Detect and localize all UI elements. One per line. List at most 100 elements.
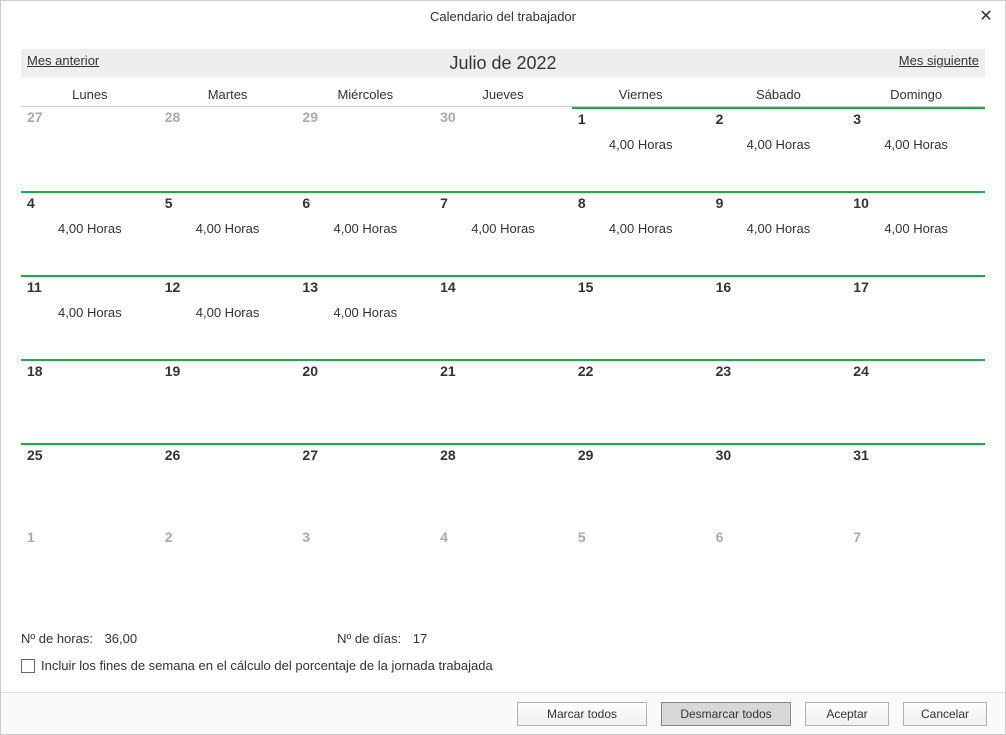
calendar-cell[interactable]: 14 bbox=[434, 275, 572, 359]
calendar-cell[interactable]: 24 bbox=[847, 359, 985, 443]
next-month-link[interactable]: Mes siguiente bbox=[899, 53, 979, 68]
day-number: 12 bbox=[165, 279, 291, 295]
prev-month-link[interactable]: Mes anterior bbox=[27, 53, 99, 68]
calendar-cell[interactable]: 6 bbox=[710, 527, 848, 611]
calendar-cell[interactable]: 18 bbox=[21, 359, 159, 443]
calendar-cell[interactable]: 17 bbox=[847, 275, 985, 359]
calendar-cell[interactable]: 94,00 Horas bbox=[710, 191, 848, 275]
calendar-cell[interactable]: 84,00 Horas bbox=[572, 191, 710, 275]
calendar-cell[interactable]: 15 bbox=[572, 275, 710, 359]
mark-all-button[interactable]: Marcar todos bbox=[517, 702, 647, 726]
day-number: 19 bbox=[165, 363, 291, 379]
day-number: 27 bbox=[27, 109, 153, 125]
dow-header: Domingo bbox=[847, 83, 985, 107]
dow-header: Miércoles bbox=[296, 83, 434, 107]
day-number: 10 bbox=[853, 195, 979, 211]
day-number: 21 bbox=[440, 363, 566, 379]
day-number: 16 bbox=[716, 279, 842, 295]
day-number: 25 bbox=[27, 447, 153, 463]
calendar-cell[interactable]: 28 bbox=[159, 107, 297, 191]
calendar-cell[interactable]: 30 bbox=[710, 443, 848, 527]
dow-header: Lunes bbox=[21, 83, 159, 107]
hours-value: 36,00 bbox=[105, 631, 138, 646]
calendar-cell[interactable]: 27 bbox=[296, 443, 434, 527]
day-number: 6 bbox=[302, 195, 428, 211]
calendar-cell[interactable]: 27 bbox=[21, 107, 159, 191]
calendar-cell[interactable]: 19 bbox=[159, 359, 297, 443]
calendar-cell[interactable]: 1 4,00 Horas bbox=[572, 107, 710, 191]
weekend-checkbox[interactable] bbox=[21, 659, 35, 673]
calendar-cell[interactable]: 26 bbox=[159, 443, 297, 527]
day-hours: 4,00 Horas bbox=[165, 221, 291, 236]
dow-header: Sábado bbox=[710, 83, 848, 107]
dow-header: Viernes bbox=[572, 83, 710, 107]
calendar-cell[interactable]: 13 4,00 Horas bbox=[296, 275, 434, 359]
day-number: 13 bbox=[302, 279, 428, 295]
calendar-cell[interactable]: 2 bbox=[159, 527, 297, 611]
day-number: 1 bbox=[27, 529, 153, 545]
day-number: 4 bbox=[440, 529, 566, 545]
calendar-cell[interactable]: 24,00 Horas bbox=[710, 107, 848, 191]
month-bar: Mes anterior Julio de 2022 Mes siguiente bbox=[21, 49, 985, 77]
day-hours: 4,00 Horas bbox=[302, 305, 428, 320]
cancel-button[interactable]: Cancelar bbox=[903, 702, 987, 726]
day-hours: 4,00 Horas bbox=[165, 305, 291, 320]
calendar-cell[interactable]: 44,00 Horas bbox=[21, 191, 159, 275]
calendar-cell[interactable]: 1 bbox=[21, 527, 159, 611]
days-value: 17 bbox=[413, 631, 427, 646]
day-number: 17 bbox=[853, 279, 979, 295]
day-hours: 4,00 Horas bbox=[716, 221, 842, 236]
footer: Marcar todos Desmarcar todos Aceptar Can… bbox=[1, 692, 1005, 734]
dow-row: LunesMartesMiércolesJuevesViernesSábadoD… bbox=[21, 83, 985, 107]
calendar-cell[interactable]: 5 4,00 Horas bbox=[159, 191, 297, 275]
day-number: 5 bbox=[165, 195, 291, 211]
weekend-checkbox-row: Incluir los fines de semana en el cálcul… bbox=[21, 658, 985, 673]
day-number: 3 bbox=[853, 111, 979, 127]
calendar-cell[interactable]: 7 bbox=[847, 527, 985, 611]
day-number: 18 bbox=[27, 363, 153, 379]
accept-button[interactable]: Aceptar bbox=[805, 702, 889, 726]
calendar-cell[interactable]: 25 bbox=[21, 443, 159, 527]
day-number: 20 bbox=[302, 363, 428, 379]
calendar-cell[interactable]: 22 bbox=[572, 359, 710, 443]
day-number: 7 bbox=[853, 529, 979, 545]
calendar-cell[interactable]: 34,00 Horas bbox=[847, 107, 985, 191]
day-number: 15 bbox=[578, 279, 704, 295]
day-number: 28 bbox=[440, 447, 566, 463]
close-button[interactable]: ✕ bbox=[973, 3, 999, 29]
calendar-cell[interactable]: 31 bbox=[847, 443, 985, 527]
day-number: 31 bbox=[853, 447, 979, 463]
day-hours: 4,00 Horas bbox=[578, 137, 704, 152]
day-number: 27 bbox=[302, 447, 428, 463]
calendar-cell[interactable]: 4 bbox=[434, 527, 572, 611]
day-number: 6 bbox=[716, 529, 842, 545]
hours-label: Nº de horas: bbox=[21, 631, 93, 646]
calendar-cell[interactable]: 20 bbox=[296, 359, 434, 443]
dow-header: Jueves bbox=[434, 83, 572, 107]
day-number: 23 bbox=[716, 363, 842, 379]
calendar-cell[interactable]: 104,00 Horas bbox=[847, 191, 985, 275]
day-hours: 4,00 Horas bbox=[440, 221, 566, 236]
calendar-cell[interactable]: 21 bbox=[434, 359, 572, 443]
day-number: 11 bbox=[27, 279, 153, 295]
day-number: 1 bbox=[578, 111, 704, 127]
calendar-cell[interactable]: 29 bbox=[296, 107, 434, 191]
calendar-cell[interactable]: 64,00 Horas bbox=[296, 191, 434, 275]
calendar-cell[interactable]: 28 bbox=[434, 443, 572, 527]
close-icon: ✕ bbox=[979, 6, 992, 26]
calendar-cell[interactable]: 30 bbox=[434, 107, 572, 191]
calendar-cell[interactable]: 74,00 Horas bbox=[434, 191, 572, 275]
day-number: 3 bbox=[302, 529, 428, 545]
calendar-cell[interactable]: 23 bbox=[710, 359, 848, 443]
calendar-cell[interactable]: 29 bbox=[572, 443, 710, 527]
summary-row: Nº de horas: 36,00 Nº de días: 17 bbox=[21, 631, 985, 646]
weekend-checkbox-label: Incluir los fines de semana en el cálcul… bbox=[41, 658, 493, 673]
calendar-cell[interactable]: 12 4,00 Horas bbox=[159, 275, 297, 359]
calendar-cell[interactable]: 114,00 Horas bbox=[21, 275, 159, 359]
unmark-all-button[interactable]: Desmarcar todos bbox=[661, 702, 791, 726]
calendar-cell[interactable]: 5 bbox=[572, 527, 710, 611]
calendar-cell[interactable]: 16 bbox=[710, 275, 848, 359]
hours-summary: Nº de horas: 36,00 bbox=[21, 631, 137, 646]
calendar-grid: 2728293014,00 Horas24,00 Horas34,00 Hora… bbox=[21, 107, 985, 611]
calendar-cell[interactable]: 3 bbox=[296, 527, 434, 611]
